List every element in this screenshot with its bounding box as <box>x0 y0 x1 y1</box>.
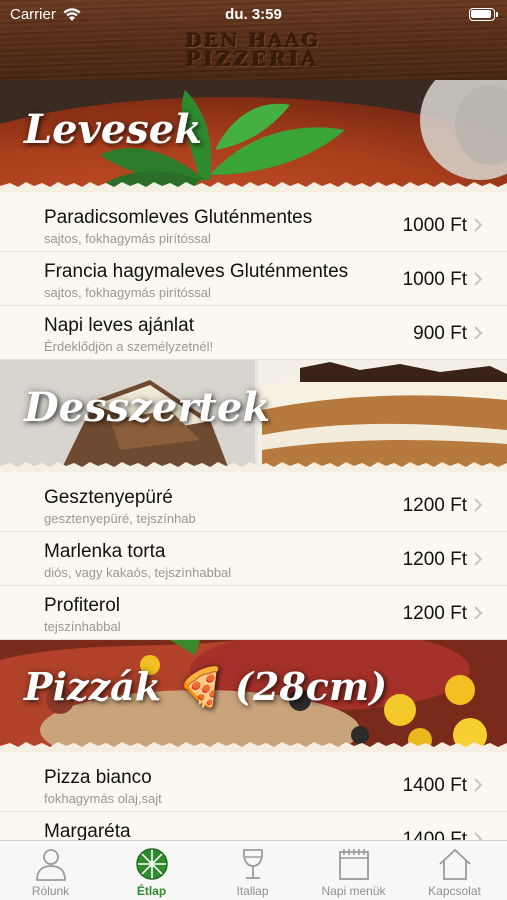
section-banner-soups: Levesek <box>0 80 507 192</box>
item-description: tejszínhabbal <box>44 619 121 634</box>
tab-etlap[interactable]: Étlap <box>101 841 202 900</box>
chevron-right-icon <box>474 552 483 566</box>
menu-item-row[interactable]: Gesztenyepüré gesztenyepüré, tejszínhab … <box>0 478 507 532</box>
wine-glass-icon <box>242 849 264 879</box>
app-header: Carrier du. 3:59 DEN HAAG PIZZERIA <box>0 0 507 80</box>
tab-label: Itallap <box>236 884 269 898</box>
tab-label: Kapcsolat <box>428 884 481 898</box>
item-description: fokhagymás olaj,sajt <box>44 791 162 806</box>
tab-label: Napi menük <box>321 884 386 898</box>
item-description: gesztenyepüré, tejszínhab <box>44 511 196 526</box>
menu-item-row[interactable]: Francia hagymaleves Gluténmentes sajtos,… <box>0 252 507 306</box>
calendar-icon <box>339 849 369 880</box>
item-price: 1400 Ft <box>402 829 467 840</box>
pizza-icon <box>136 848 168 880</box>
item-name: Marlenka torta <box>44 541 166 562</box>
dessert-list: Gesztenyepüré gesztenyepüré, tejszínhab … <box>0 478 507 640</box>
item-description: sajtos, fokhagymás pirítóssal <box>44 285 211 300</box>
item-price: 1200 Ft <box>402 495 467 516</box>
torn-paper-edge <box>0 182 507 192</box>
section-title-pizzas: Pizzák 🍕 (28cm) <box>24 664 388 709</box>
menu-item-row[interactable]: Marlenka torta diós, vagy kakaós, tejszí… <box>0 532 507 586</box>
pizza-list: Pizza bianco fokhagymás olaj,sajt 1400 F… <box>0 758 507 840</box>
status-bar: Carrier du. 3:59 <box>0 0 507 30</box>
soup-list: Paradicsomleves Gluténmentes sajtos, fok… <box>0 198 507 360</box>
item-description: sajtos, fokhagymás pirítóssal <box>44 231 211 246</box>
tab-rolunk[interactable]: Rólunk <box>0 841 101 900</box>
item-price: 1400 Ft <box>402 775 467 796</box>
chevron-right-icon <box>474 832 483 840</box>
menu-item-row[interactable]: Profiterol tejszínhabbal 1200 Ft <box>0 586 507 640</box>
chevron-right-icon <box>474 498 483 512</box>
tab-kapcsolat[interactable]: Kapcsolat <box>404 841 505 900</box>
item-name: Paradicsomleves Gluténmentes <box>44 207 313 228</box>
battery-icon <box>469 8 498 21</box>
item-description: diós, vagy kakaós, tejszínhabbal <box>44 565 232 580</box>
house-icon <box>439 848 471 880</box>
menu-item-row[interactable]: Paradicsomleves Gluténmentes sajtos, fok… <box>0 198 507 252</box>
chevron-right-icon <box>474 326 483 340</box>
pizzeria-logo: DEN HAAG PIZZERIA <box>173 32 333 72</box>
item-name: Profiterol <box>44 595 121 616</box>
tab-label: Étlap <box>136 884 167 898</box>
tab-bar: Rólunk Étlap Itallap Napi menük Kapcsola… <box>0 840 507 900</box>
tab-napi-menuk[interactable]: Napi menük <box>303 841 404 900</box>
logo-line-2: PIZZERIA <box>185 47 321 71</box>
chevron-right-icon <box>474 606 483 620</box>
item-price: 1000 Ft <box>402 269 467 290</box>
section-title-desserts: Desszertek <box>24 384 271 431</box>
torn-paper-edge <box>0 462 507 472</box>
section-banner-desserts: Desszertek <box>0 360 507 472</box>
section-title-soups: Levesek <box>24 106 202 153</box>
chevron-right-icon <box>474 272 483 286</box>
menu-item-row[interactable]: Pizza bianco fokhagymás olaj,sajt 1400 F… <box>0 758 507 812</box>
item-description: Érdeklődjön a személyzetnél! <box>44 339 214 354</box>
item-name: Gesztenyepüré <box>44 487 173 508</box>
tab-itallap[interactable]: Itallap <box>202 841 303 900</box>
chevron-right-icon <box>474 778 483 792</box>
item-price: 1000 Ft <box>402 215 467 236</box>
item-name: Pizza bianco <box>44 767 152 788</box>
item-name: Margaréta <box>44 821 131 840</box>
item-price: 900 Ft <box>413 323 467 344</box>
section-banner-pizzas: Pizzák 🍕 (28cm) <box>0 640 507 752</box>
menu-item-row[interactable]: Margaréta 1400 Ft <box>0 812 507 840</box>
item-price: 1200 Ft <box>402 603 467 624</box>
torn-paper-edge <box>0 742 507 752</box>
item-name: Napi leves ajánlat <box>44 315 194 336</box>
chevron-right-icon <box>474 218 483 232</box>
person-icon <box>36 849 66 881</box>
menu-item-row[interactable]: Napi leves ajánlat Érdeklődjön a személy… <box>0 306 507 360</box>
item-name: Francia hagymaleves Gluténmentes <box>44 261 349 282</box>
status-time: du. 3:59 <box>225 6 282 23</box>
tab-label: Rólunk <box>31 884 70 898</box>
item-price: 1200 Ft <box>402 549 467 570</box>
